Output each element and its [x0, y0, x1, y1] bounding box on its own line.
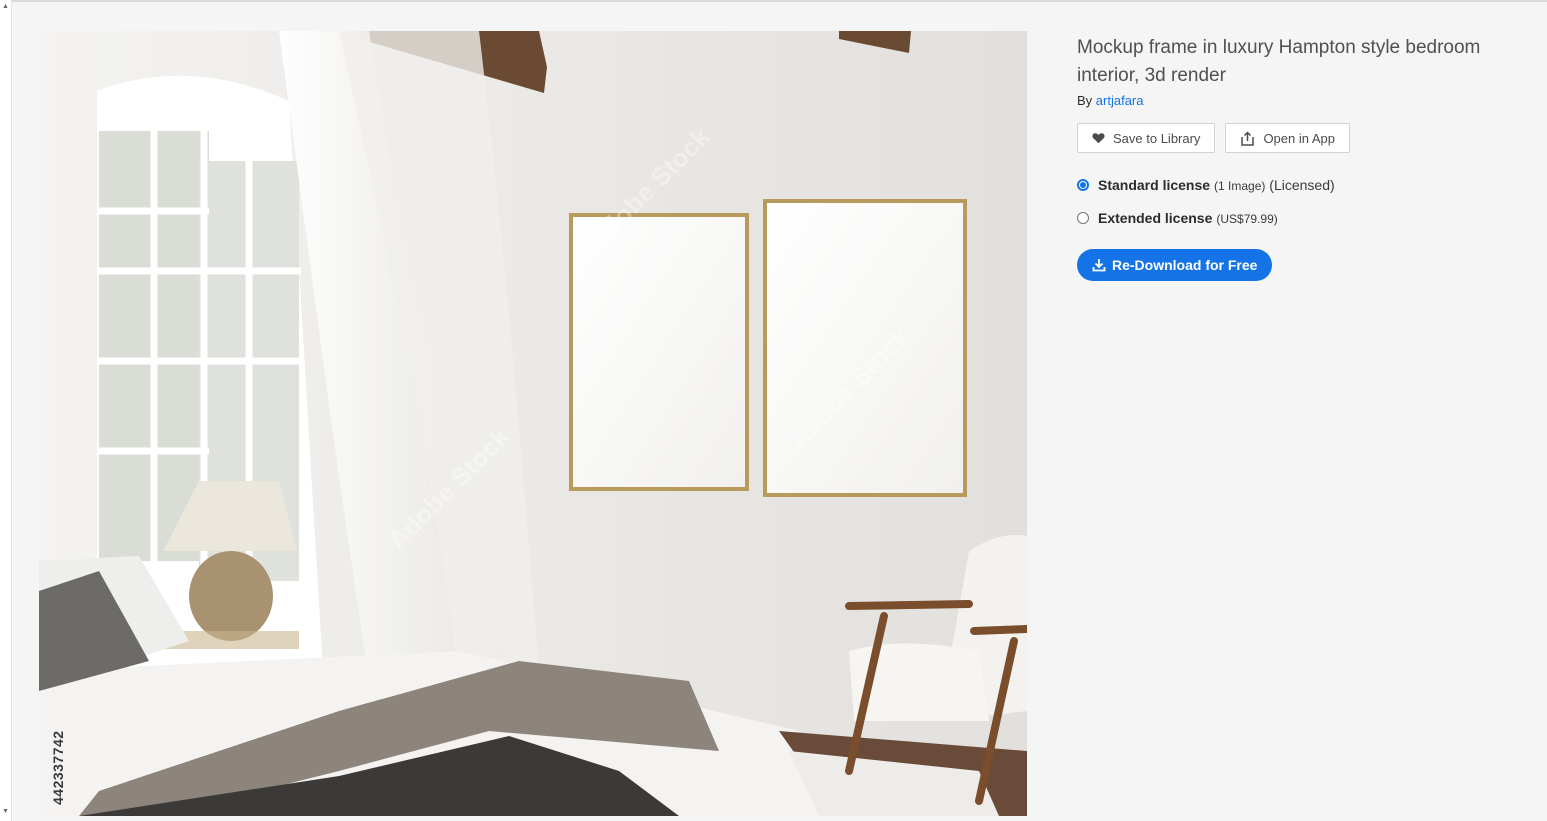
license-detail: (1 Image) (Licensed) [1214, 177, 1335, 193]
heart-icon [1092, 133, 1105, 144]
save-to-library-label: Save to Library [1113, 130, 1201, 146]
license-price: (US$79.99) [1216, 212, 1278, 226]
bedroom-illustration: Adobe Stock Adobe Stock Adobe Stock [39, 31, 1027, 816]
author-link[interactable]: artjafara [1096, 93, 1144, 108]
save-to-library-button[interactable]: Save to Library [1077, 123, 1216, 153]
license-name: Standard license [1098, 177, 1211, 193]
top-divider [0, 0, 1547, 2]
asset-actions: Save to Library Open in App [1077, 123, 1517, 153]
vertical-scrollbar[interactable]: ▲ ▼ [0, 0, 12, 821]
license-status: (Licensed) [1269, 177, 1335, 193]
standard-license-radio[interactable] [1077, 179, 1089, 191]
asset-preview-image[interactable]: Adobe Stock Adobe Stock Adobe Stock [39, 31, 1027, 816]
scroll-down-icon[interactable]: ▼ [2, 808, 9, 815]
extended-license-radio[interactable] [1077, 212, 1089, 224]
asset-title: Mockup frame in luxury Hampton style bed… [1077, 37, 1481, 86]
image-id-label: 442337742 [50, 730, 66, 805]
asset-details-panel: Mockup frame in luxury Hampton style bed… [1077, 34, 1517, 281]
re-download-button[interactable]: Re-Download for Free [1077, 249, 1273, 281]
license-options: Standard license (1 Image) (Licensed) Ex… [1077, 175, 1517, 228]
license-option-standard[interactable]: Standard license (1 Image) (Licensed) [1077, 175, 1517, 195]
open-in-app-button[interactable]: Open in App [1225, 123, 1350, 153]
share-icon [1241, 130, 1255, 146]
license-detail-quantity: (1 Image) [1214, 179, 1266, 193]
license-name: Extended license [1098, 210, 1213, 226]
scroll-up-icon[interactable]: ▲ [2, 3, 9, 10]
byline-prefix: By [1077, 93, 1093, 108]
byline: By artjafara [1077, 93, 1517, 108]
open-in-app-label: Open in App [1263, 130, 1335, 146]
license-detail: (US$79.99) [1216, 210, 1277, 226]
download-icon [1092, 259, 1106, 272]
re-download-label: Re-Download for Free [1112, 257, 1258, 273]
license-option-extended[interactable]: Extended license (US$79.99) [1077, 208, 1517, 228]
